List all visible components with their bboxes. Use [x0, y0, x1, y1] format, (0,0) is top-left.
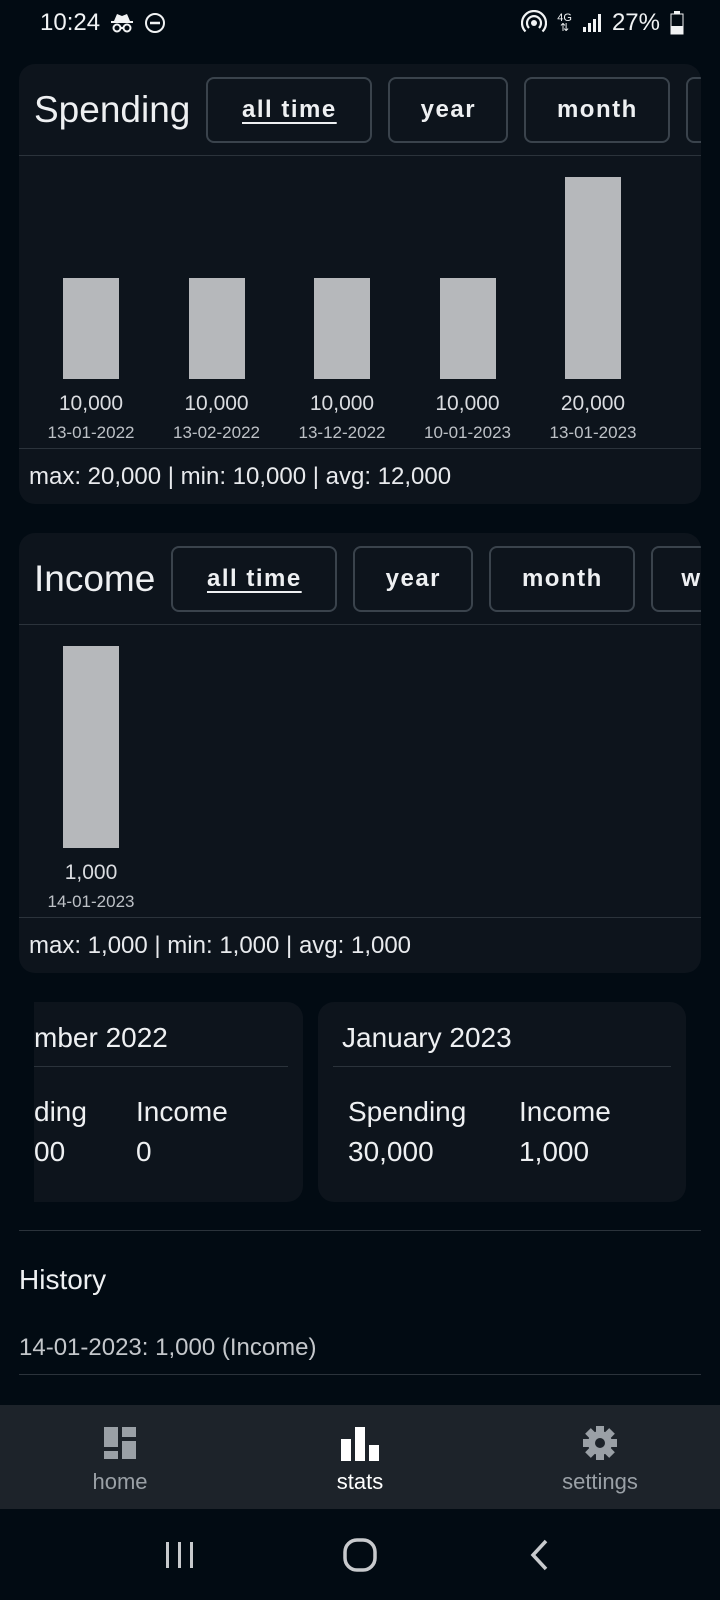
status-time: 10:24 [40, 9, 101, 36]
chart-bar [314, 278, 370, 379]
spending-title: Spending [34, 88, 191, 130]
spending-week-button[interactable] [686, 76, 701, 143]
income-chart: 1,000 14-01-2023 [19, 625, 701, 918]
bar-date-label: 13-02-2022 [173, 423, 260, 442]
month-spending-label: ding [34, 1096, 87, 1127]
bar-date-label: 13-12-2022 [298, 423, 386, 442]
month-title: mber 2022 [34, 1022, 168, 1053]
bar-date-label: 13-01-2023 [549, 423, 637, 442]
history-entry[interactable]: 14-01-2023: 1,000 (Income) [19, 1334, 317, 1362]
income-title: Income [34, 557, 156, 599]
chart-bar [63, 278, 119, 379]
month-title: January 2023 [342, 1022, 512, 1053]
history-divider [19, 1230, 701, 1231]
bar-column: 20,000 13-01-2023 [538, 156, 648, 449]
network-4g-icon: 4G ⇅ [557, 12, 572, 34]
hotspot-icon [521, 10, 548, 36]
month-income-value: 0 [136, 1136, 152, 1167]
income-header: Income all time year month w [19, 533, 701, 625]
month-spending-label: Spending [348, 1096, 467, 1127]
spending-card: Spending all time year month 10,000 13-01… [19, 64, 701, 504]
bar-column: 10,000 13-12-2022 [287, 156, 397, 449]
nav-stats[interactable]: stats [240, 1405, 480, 1509]
bar-chart-icon [340, 1423, 380, 1463]
month-spending-value: 00 [34, 1136, 66, 1167]
recent-apps-button[interactable] [150, 1530, 210, 1580]
bar-date-label: 14-01-2023 [47, 892, 135, 911]
incognito-icon [110, 12, 134, 34]
month-card[interactable]: January 2023 Spending 30,000 Income 1,00… [318, 1002, 686, 1202]
nav-settings-label: settings [562, 1469, 638, 1494]
bar-column: 1,000 14-01-2023 [36, 625, 146, 918]
system-navigation [0, 1509, 720, 1600]
back-button[interactable] [510, 1530, 570, 1580]
do-not-disturb-icon [144, 12, 166, 34]
back-chevron-icon [530, 1539, 548, 1570]
bar-column: 10,000 13-01-2022 [36, 156, 146, 449]
chart-bar [565, 177, 621, 379]
bar-value-label: 20,000 [560, 392, 626, 415]
history-title: History [19, 1264, 107, 1295]
bar-column: 10,000 13-02-2022 [162, 156, 272, 449]
bar-value-label: 10,000 [435, 392, 500, 415]
history-divider [19, 1374, 701, 1375]
nav-home-label: home [92, 1469, 148, 1494]
chart-bar [188, 278, 245, 379]
battery-percent: 27% [611, 9, 660, 36]
spending-year-button[interactable]: year [388, 76, 509, 143]
nav-stats-label: stats [336, 1469, 384, 1494]
income-month-button[interactable]: month [489, 545, 636, 612]
month-divider [333, 1066, 671, 1067]
spending-all-time-button[interactable]: all time [206, 76, 373, 143]
income-summary: max: 1,000 | min: 1,000 | avg: 1,000 [29, 932, 412, 959]
month-income-value: 1,000 [519, 1136, 590, 1167]
income-all-time-button[interactable]: all time [171, 545, 338, 612]
chart-bar [439, 278, 496, 379]
nav-home[interactable]: home [0, 1405, 240, 1509]
spending-month-button[interactable]: month [524, 76, 671, 143]
month-spending-value: 30,000 [348, 1136, 434, 1167]
month-divider [34, 1066, 288, 1067]
bar-value-label: 1,000 [64, 861, 118, 884]
bar-date-label: 13-01-2022 [47, 423, 135, 442]
spending-chart: 10,000 13-01-2022 10,000 13-02-2022 10,000 13… [19, 156, 701, 449]
dashboard-icon [102, 1423, 138, 1463]
month-card[interactable]: mber 2022 ding 00 Income 0 [34, 1002, 303, 1202]
spending-header: Spending all time year month [19, 64, 701, 156]
home-circle-icon [343, 1537, 377, 1572]
battery-icon [670, 11, 684, 35]
recent-apps-icon [166, 1541, 193, 1568]
spending-summary: max: 20,000 | min: 10,000 | avg: 12,000 [29, 463, 452, 490]
bar-value-label: 10,000 [309, 392, 375, 415]
bar-value-label: 10,000 [184, 392, 249, 415]
gear-icon [581, 1423, 619, 1463]
chart-bar [63, 646, 119, 848]
signal-icon [582, 13, 602, 33]
bar-column: 10,000 10-01-2023 [413, 156, 523, 449]
bar-value-label: 10,000 [58, 392, 124, 415]
income-year-button[interactable]: year [353, 545, 474, 612]
bottom-navigation: home stats settings [0, 1405, 720, 1509]
nav-settings[interactable]: settings [480, 1405, 720, 1509]
status-bar: 10:24 4G ⇅ 27% [0, 0, 720, 46]
income-week-button[interactable]: w [651, 545, 701, 612]
month-income-label: Income [136, 1096, 228, 1127]
month-income-label: Income [519, 1096, 611, 1127]
bar-date-label: 10-01-2023 [424, 423, 511, 442]
home-button[interactable] [330, 1530, 390, 1580]
income-card: Income all time year month w 1,000 14-01-… [19, 533, 701, 973]
